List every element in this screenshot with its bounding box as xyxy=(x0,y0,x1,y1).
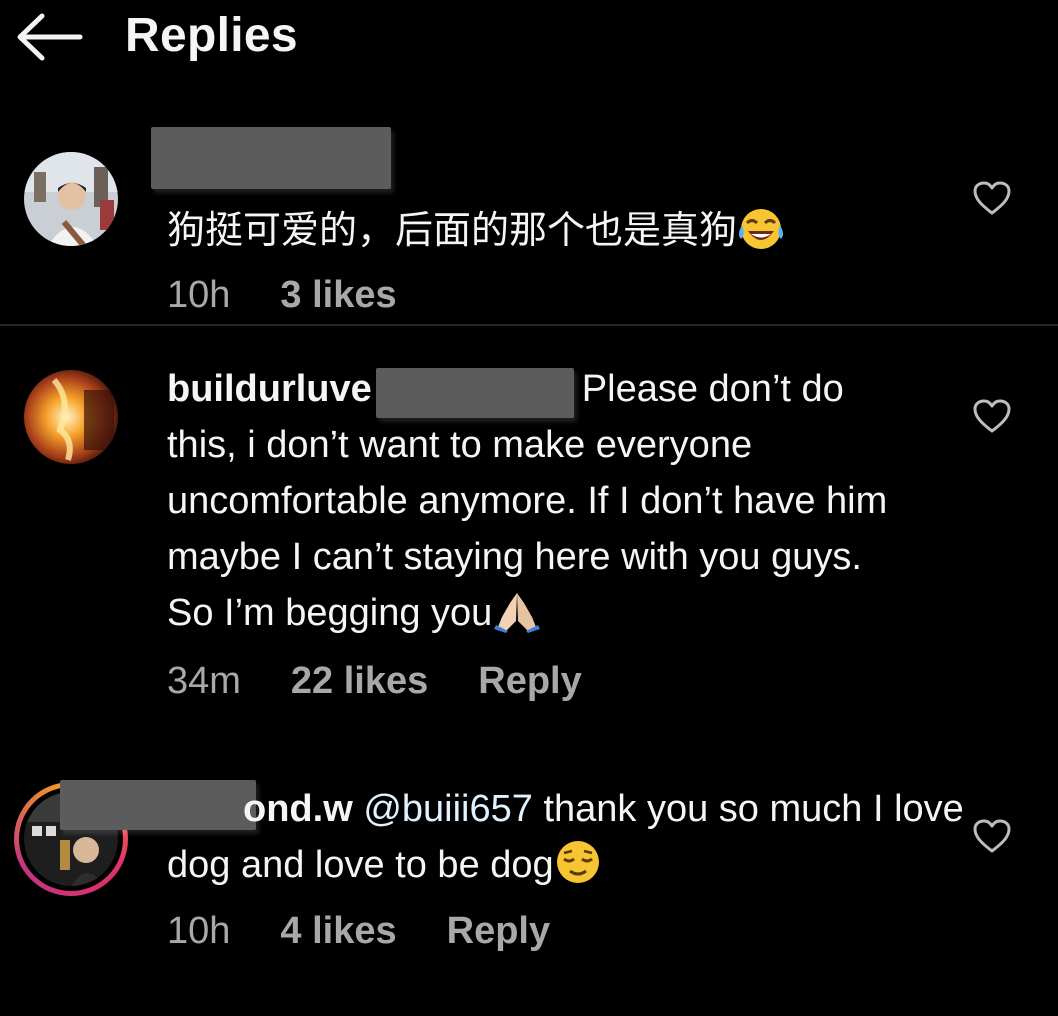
timestamp: 10h xyxy=(167,274,231,316)
arrow-left-icon[interactable] xyxy=(14,12,84,62)
comment-text: 狗挺可爱的，后面的那个也是真狗 xyxy=(167,203,927,267)
relieved-face-emoji xyxy=(554,839,602,901)
avatar[interactable] xyxy=(24,370,118,464)
timestamp: 34m xyxy=(167,660,241,702)
redacted-username xyxy=(151,127,391,189)
comment-body: 狗挺可爱的，后面的那个也是真狗 xyxy=(167,210,738,252)
top-bar: Replies xyxy=(0,0,1058,80)
username[interactable]: buildurluve xyxy=(167,368,372,410)
comment-meta: 34m 22 likes Reply xyxy=(167,660,632,703)
username[interactable]: ond.w xyxy=(243,788,353,830)
mention-link[interactable]: @buiii657 xyxy=(363,788,533,830)
face-with-tears-of-joy-emoji xyxy=(737,207,785,267)
likes-count[interactable]: 22 likes xyxy=(291,660,428,703)
avatar[interactable] xyxy=(24,152,118,246)
heart-icon[interactable] xyxy=(972,180,1012,216)
comment-text: buildurluve Please don’t do this, i don’t… xyxy=(167,361,907,649)
heart-icon[interactable] xyxy=(972,398,1012,434)
heart-icon[interactable] xyxy=(972,818,1012,854)
likes-count[interactable]: 4 likes xyxy=(280,910,396,953)
page-title: Replies xyxy=(125,9,298,62)
divider xyxy=(0,324,1058,326)
timestamp: 10h xyxy=(167,910,231,952)
likes-count[interactable]: 3 likes xyxy=(280,274,396,317)
comment-meta: 10h 4 likes Reply xyxy=(167,910,600,953)
folded-hands-emoji xyxy=(492,587,542,649)
reply-button[interactable]: Reply xyxy=(447,910,550,953)
reply-button[interactable]: Reply xyxy=(478,660,581,703)
comment-text: ond.w @buiii657 thank you so much I love… xyxy=(167,781,967,901)
comment-meta: 10h 3 likes xyxy=(167,274,447,317)
